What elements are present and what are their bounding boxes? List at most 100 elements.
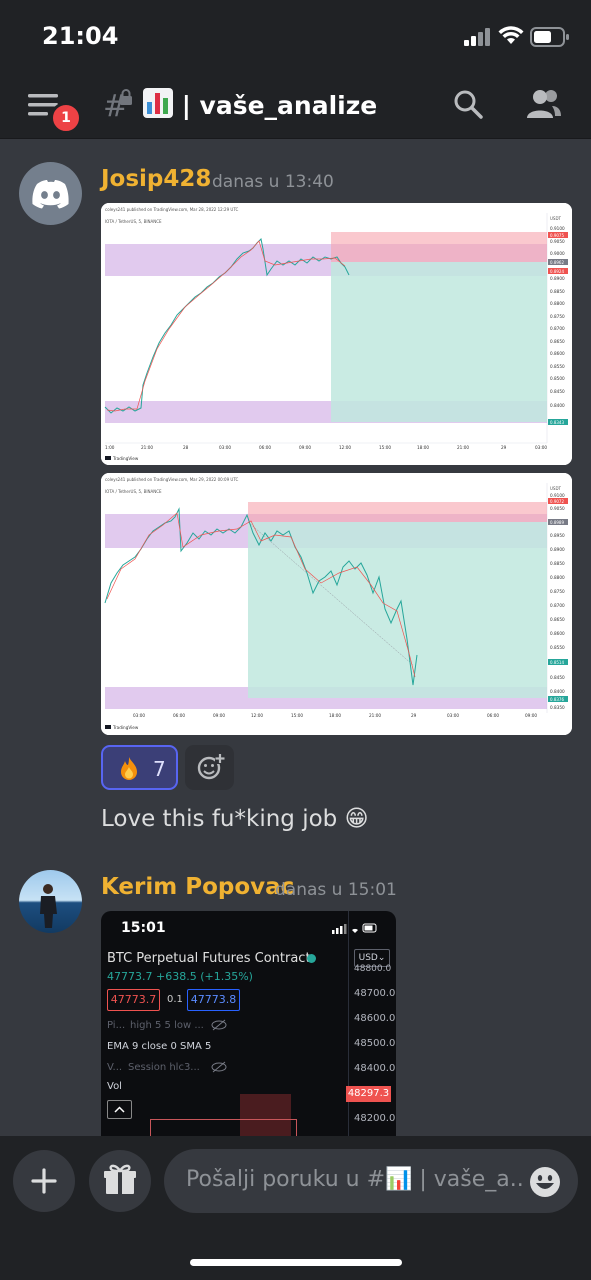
reaction-count: 7 [153,757,166,781]
current-price-tag: 48297.3 [346,1086,391,1102]
home-indicator[interactable] [190,1259,402,1266]
chart1-symbol: IOTA / TetherUS, 5, BINANCE [105,219,162,224]
add-reaction-button[interactable] [185,745,234,790]
channel-title: | vaše_analize [143,88,377,120]
axis-tick: 48200.0 [354,1113,396,1124]
screenshot-status-icons [332,923,377,934]
chart-image-1[interactable]: coleys241 published on TradingView.com, … [101,203,572,465]
gift-icon [104,1164,136,1194]
message-timestamp: danas u 15:01 [275,880,397,900]
currency-label: USD [358,953,378,963]
axis-tick: 48600.0 [354,1013,396,1024]
svg-text:03:00: 03:00 [447,713,459,718]
bid-price[interactable]: 47773.7 [107,989,160,1011]
message-author[interactable]: Josip428 [101,166,211,192]
svg-text:06:00: 06:00 [259,445,271,450]
attach-button[interactable] [13,1150,75,1212]
message-input[interactable]: Pošalji poruku u #📊 | vaše_a.. [164,1149,578,1213]
svg-text:0.8850: 0.8850 [550,561,565,566]
svg-text:0.8989: 0.8989 [550,520,564,525]
svg-text:0.9100: 0.9100 [550,493,565,498]
channel-name: | vaše_analize [181,91,378,120]
battery-icon [530,27,569,47]
svg-text:21:00: 21:00 [369,713,381,718]
svg-text:0.8376: 0.8376 [550,697,564,702]
fire-icon [121,757,137,780]
svg-text:0.8350: 0.8350 [550,705,565,710]
svg-text:21:00: 21:00 [141,445,153,450]
wifi-icon [498,26,524,44]
search-icon[interactable] [453,89,483,119]
avatar[interactable] [19,870,82,933]
svg-text:0.9050: 0.9050 [550,239,565,244]
svg-text:0.9100: 0.9100 [550,226,565,231]
hidden-eye-icon[interactable] [211,1019,227,1031]
axis-tick: 48800.0 [354,964,392,974]
message-composer: Pošalji poruku u #📊 | vaše_a.. [0,1136,591,1280]
chart2-currency: USDT [550,486,562,491]
chart1-price-axis: 0.9100 0.9050 0.9000 0.8900 0.8850 0.880… [550,226,565,408]
svg-text:28: 28 [183,445,189,450]
fire-reaction-button[interactable]: 7 [101,745,178,790]
svg-text:0.9072: 0.9072 [550,499,564,504]
svg-text:0.8550: 0.8550 [550,364,565,369]
members-icon[interactable] [526,88,562,120]
svg-text:29: 29 [501,445,507,450]
svg-text:12:00: 12:00 [339,445,351,450]
emoji-picker-icon[interactable] [529,1166,561,1198]
svg-text:0.8700: 0.8700 [550,326,565,331]
chart-image-2[interactable]: coleys241 published on TradingView.com, … [101,473,572,735]
live-dot [307,954,316,963]
avatar[interactable] [19,162,82,225]
svg-text:0.8450: 0.8450 [550,389,565,394]
axis-tick: 48500.0 [354,1038,396,1049]
svg-text:03:00: 03:00 [133,713,145,718]
svg-text:0.8400: 0.8400 [550,403,565,408]
svg-text:12:00: 12:00 [251,713,263,718]
chart2-brand: TradingView [112,725,139,730]
ask-price[interactable]: 47773.8 [187,989,240,1011]
collapse-button[interactable] [107,1100,132,1119]
svg-text:0.8924: 0.8924 [550,269,564,274]
svg-text:0.8400: 0.8400 [550,689,565,694]
spread: 0.1 [167,994,183,1005]
chart2-caption: coleys241 published on TradingView.com, … [105,477,239,482]
indicator-v-values: Session hlc3... [128,1062,200,1073]
svg-text:0.8500: 0.8500 [550,376,565,381]
svg-text:09:00: 09:00 [525,713,537,718]
message-author[interactable]: Kerim Popovac [101,874,294,900]
svg-text:0.8900: 0.8900 [550,276,565,281]
message-timestamp: danas u 13:40 [212,172,334,192]
screenshot-title: BTC Perpetual Futures Contract [107,951,311,966]
svg-text:0.8600: 0.8600 [550,351,565,356]
ema-indicator: EMA 9 close 0 SMA 5 [107,1041,212,1052]
svg-text:29: 29 [411,713,417,718]
hidden-eye-icon[interactable] [211,1061,227,1073]
bar-chart-emoji-icon [143,88,173,118]
svg-text:03:00: 03:00 [535,445,547,450]
svg-text:0.8750: 0.8750 [550,589,565,594]
channel-header: 1 # | vaše_analize [0,72,591,139]
svg-text:0.8514: 0.8514 [550,660,564,665]
svg-text:06:00: 06:00 [173,713,185,718]
svg-text:21:00: 21:00 [457,445,469,450]
chevron-up-icon [114,1106,125,1113]
tradingview-chart-2: coleys241 published on TradingView.com, … [101,473,572,735]
status-time: 21:04 [42,22,119,50]
chart1-caption: coleys241 published on TradingView.com, … [105,207,239,212]
gift-button[interactable] [89,1150,151,1212]
discord-logo-icon [32,180,69,209]
svg-text:0.8450: 0.8450 [550,675,565,680]
svg-text:09:00: 09:00 [213,713,225,718]
indicator-v: V... [107,1062,123,1073]
svg-text:0.8900: 0.8900 [550,547,565,552]
svg-text:15:00: 15:00 [379,445,391,450]
indicator-pi-values: high 5 5 low ... [130,1020,204,1031]
svg-text:0.8650: 0.8650 [550,339,565,344]
svg-text:0.8550: 0.8550 [550,645,565,650]
phone-screenshot-image[interactable]: 15:01 BTC Perpetual Futures Contract 477… [101,911,396,1141]
plus-icon [31,1168,57,1194]
svg-text:0.9075: 0.9075 [550,233,564,238]
svg-text:0.8950: 0.8950 [550,533,565,538]
person-photo-icon [40,884,57,928]
